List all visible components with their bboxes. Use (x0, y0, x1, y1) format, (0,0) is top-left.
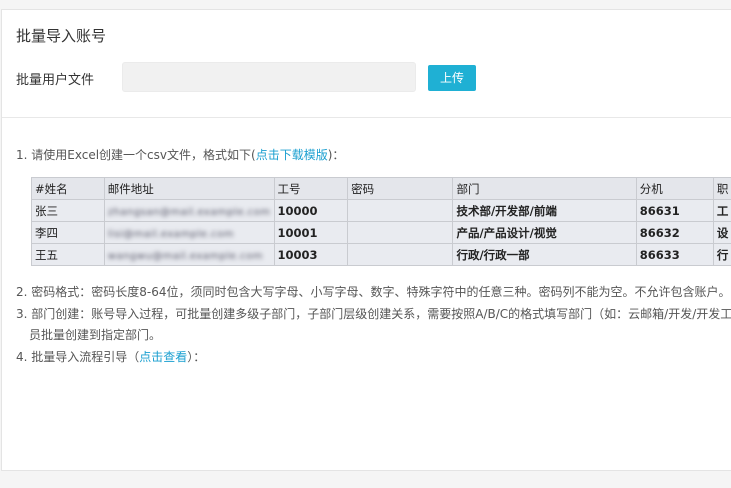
col-header-dept: 部门 (452, 177, 637, 200)
col-header-id: 工号 (273, 177, 349, 200)
instruction-item-3-continued: 员批量创建到指定部门。 (29, 328, 162, 342)
file-input[interactable] (122, 62, 416, 92)
cell-id: 10000 (273, 199, 349, 222)
table-row: 李四 lisi@mail.example.com 10001 产品/产品设计/视… (31, 221, 731, 244)
cell-ext: 86632 (635, 221, 714, 244)
blurred-email: zhangsan@mail.example.com (107, 206, 271, 218)
cell-id: 10001 (273, 221, 349, 244)
col-header-title: 职 (712, 177, 731, 200)
view-guide-link[interactable]: 点击查看 (139, 350, 187, 364)
instruction-4-suffix: ）： (187, 350, 206, 364)
cell-password (347, 199, 454, 222)
sample-csv-table: #姓名 邮件地址 工号 密码 部门 分机 职 张三 zhangsan@mail.… (31, 177, 731, 266)
instruction-item-2: 2. 密码格式：密码长度8-64位，须同时包含大写字母、小写字母、数字、特殊字符… (16, 285, 731, 299)
cell-password (347, 221, 454, 244)
instruction-item-3: 3. 部门创建：账号导入过程，可批量创建多级子部门，子部门层级创建关系，需要按照… (16, 307, 731, 321)
instruction-item-1: 1. 请使用Excel创建一个csv文件，格式如下(点击下载模版)： (16, 146, 344, 163)
upload-file-label: 批量用户文件 (16, 73, 95, 88)
instruction-item-4: 4. 批量导入流程引导（点击查看）： (16, 348, 205, 365)
cell-name: 李四 (31, 221, 105, 244)
cell-ext: 86633 (635, 243, 714, 266)
col-header-ext: 分机 (635, 177, 714, 200)
cell-dept: 产品/产品设计/视觉 (452, 221, 637, 244)
cell-name: 王五 (31, 243, 105, 266)
instruction-4-text: 4. 批量导入流程引导（ (16, 350, 140, 364)
cell-title: 工 (712, 199, 731, 222)
table-row: 张三 zhangsan@mail.example.com 10000 技术部/开… (31, 199, 731, 222)
blurred-email: lisi@mail.example.com (107, 228, 234, 240)
col-header-name: #姓名 (31, 177, 105, 200)
cell-email: zhangsan@mail.example.com (103, 199, 275, 222)
instruction-1-suffix: )： (327, 148, 345, 162)
divider (2, 117, 731, 118)
table-header-row: #姓名 邮件地址 工号 密码 部门 分机 职 (31, 177, 731, 200)
cell-title: 设 (712, 221, 731, 244)
cell-id: 10003 (273, 243, 349, 266)
cell-email: wangwu@mail.example.com (103, 243, 275, 266)
cell-dept: 技术部/开发部/前端 (452, 199, 637, 222)
cell-name: 张三 (31, 199, 105, 222)
blurred-email: wangwu@mail.example.com (107, 250, 263, 262)
cell-ext: 86631 (635, 199, 714, 222)
col-header-email: 邮件地址 (103, 177, 275, 200)
cell-dept: 行政/行政一部 (452, 243, 637, 266)
download-template-link[interactable]: 点击下载模版 (256, 148, 328, 162)
col-header-password: 密码 (347, 177, 454, 200)
cell-title: 行 (712, 243, 731, 266)
instruction-1-text: 1. 请使用Excel创建一个csv文件，格式如下( (16, 148, 256, 162)
table-row: 王五 wangwu@mail.example.com 10003 行政/行政一部… (31, 243, 731, 266)
cell-email: lisi@mail.example.com (103, 221, 275, 244)
batch-import-panel: 批量导入账号 批量用户文件 上传 1. 请使用Excel创建一个csv文件，格式… (1, 9, 731, 471)
upload-button[interactable]: 上传 (428, 65, 476, 91)
cell-password (347, 243, 454, 266)
panel-title: 批量导入账号 (16, 27, 107, 45)
